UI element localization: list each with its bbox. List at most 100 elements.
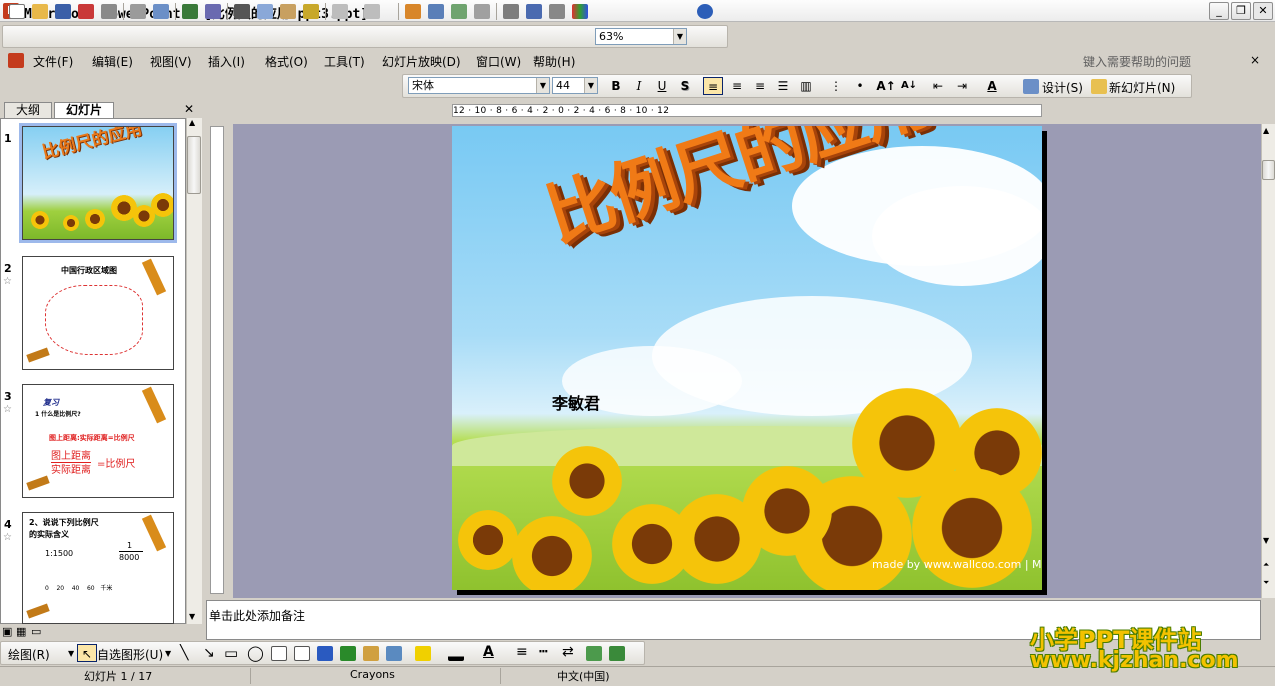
shadow-style-icon[interactable] bbox=[586, 646, 602, 661]
hyperlink-icon[interactable] bbox=[474, 4, 490, 19]
scroll-down-icon[interactable]: ▼ bbox=[189, 612, 195, 621]
restore-button[interactable]: ❐ bbox=[1231, 2, 1251, 20]
clipart-icon[interactable] bbox=[363, 646, 379, 661]
3d-style-icon[interactable] bbox=[609, 646, 625, 661]
bold-button[interactable]: B bbox=[606, 77, 626, 95]
menu-edit[interactable]: 编辑(E) bbox=[92, 53, 133, 70]
print-preview-icon[interactable] bbox=[153, 4, 169, 19]
new-icon[interactable] bbox=[9, 4, 25, 19]
wordart-icon[interactable] bbox=[317, 646, 333, 661]
format-painter-icon[interactable] bbox=[303, 4, 319, 19]
decrease-font-button[interactable]: A↓ bbox=[899, 77, 919, 95]
email-icon[interactable] bbox=[101, 4, 117, 19]
zoom-select[interactable]: 63% ▼ bbox=[595, 28, 687, 45]
shadow-button[interactable]: S bbox=[675, 77, 695, 95]
vertical-textbox-icon[interactable] bbox=[294, 646, 310, 661]
close-icon[interactable]: × bbox=[1250, 53, 1260, 67]
menu-format[interactable]: 格式(O) bbox=[265, 53, 308, 70]
textbox-icon[interactable] bbox=[271, 646, 287, 661]
close-icon[interactable]: ✕ bbox=[184, 102, 194, 116]
chevron-down-icon[interactable]: ▼ bbox=[68, 649, 74, 658]
slide-thumbnail-4[interactable]: 2、说说下列比例尺 的实际含义 1:1500 1 8000 0 20 40 60… bbox=[22, 512, 174, 624]
table-icon[interactable] bbox=[428, 4, 444, 19]
expand-all-icon[interactable] bbox=[503, 4, 519, 19]
cut-icon[interactable] bbox=[234, 4, 250, 19]
copy-icon[interactable] bbox=[257, 4, 273, 19]
paste-icon[interactable] bbox=[280, 4, 296, 19]
normal-view-icon[interactable]: ▣ bbox=[2, 625, 12, 638]
line-color-icon[interactable] bbox=[448, 646, 464, 661]
fill-color-icon[interactable] bbox=[415, 646, 431, 661]
scrollbar-thumb[interactable] bbox=[187, 136, 201, 194]
menu-file[interactable]: 文件(F) bbox=[33, 53, 73, 70]
chevron-down-icon[interactable]: ▼ bbox=[536, 78, 549, 93]
menu-help[interactable]: 帮助(H) bbox=[533, 53, 575, 70]
arrow-style-icon[interactable]: ⇄ bbox=[562, 644, 574, 660]
menu-slideshow[interactable]: 幻灯片放映(D) bbox=[382, 53, 461, 70]
increase-font-button[interactable]: A↑ bbox=[876, 77, 896, 95]
research-icon[interactable] bbox=[205, 4, 221, 19]
scroll-down-icon[interactable]: ▼ bbox=[1263, 536, 1269, 545]
tab-slides[interactable]: 幻灯片 bbox=[54, 102, 114, 118]
chevron-down-icon[interactable]: ▼ bbox=[584, 78, 597, 93]
slide-scrollbar[interactable] bbox=[1261, 124, 1275, 598]
chevron-down-icon[interactable]: ▼ bbox=[165, 649, 171, 658]
font-color-icon[interactable]: A bbox=[483, 644, 494, 660]
help-icon[interactable] bbox=[697, 4, 713, 19]
previous-slide-icon[interactable]: ⏶ bbox=[1263, 560, 1269, 570]
font-color-button[interactable]: A bbox=[982, 77, 1002, 95]
open-icon[interactable] bbox=[32, 4, 48, 19]
print-icon[interactable] bbox=[130, 4, 146, 19]
document-icon[interactable] bbox=[8, 53, 24, 68]
decrease-indent-button[interactable]: ⇤ bbox=[928, 77, 948, 95]
oval-icon[interactable]: ◯ bbox=[247, 644, 264, 662]
undo-icon[interactable] bbox=[332, 4, 348, 19]
permission-icon[interactable] bbox=[78, 4, 94, 19]
font-name-select[interactable]: 宋体 ▼ bbox=[408, 77, 550, 94]
numbering-button[interactable]: ⋮ bbox=[826, 77, 846, 95]
italic-button[interactable]: I bbox=[629, 77, 649, 95]
slide-sorter-icon[interactable]: ▦ bbox=[16, 625, 26, 638]
align-center-button[interactable]: ≡ bbox=[727, 77, 747, 95]
tab-outline[interactable]: 大纲 bbox=[4, 102, 52, 118]
menu-tools[interactable]: 工具(T) bbox=[324, 53, 365, 70]
font-size-select[interactable]: 44 ▼ bbox=[552, 77, 598, 94]
design-template-name[interactable]: Crayons bbox=[350, 668, 395, 681]
increase-indent-button[interactable]: ⇥ bbox=[952, 77, 972, 95]
slide-canvas[interactable]: 比例尺的应用 李敏君 made by www.wallcoo.com | Mar… bbox=[452, 126, 1042, 590]
slide-thumbnail-3[interactable]: 复习 1 什么是比例尺? 图上距离:实际距离=比例尺 图上距离 实际距离 =比例… bbox=[22, 384, 174, 498]
draw-menu-button[interactable]: 绘图(R) bbox=[8, 646, 50, 663]
grid-icon[interactable] bbox=[549, 4, 565, 19]
save-icon[interactable] bbox=[55, 4, 71, 19]
rectangle-icon[interactable]: ▭ bbox=[224, 644, 238, 662]
slide-thumbnail-2[interactable]: 中国行政区域图 bbox=[22, 256, 174, 370]
scroll-up-icon[interactable]: ▲ bbox=[1263, 126, 1269, 135]
dash-style-icon[interactable]: ┅ bbox=[539, 644, 547, 660]
diagram-icon[interactable] bbox=[340, 646, 356, 661]
arrow-icon[interactable]: ↘ bbox=[203, 645, 215, 661]
slideshow-icon[interactable]: ▭ bbox=[31, 625, 41, 638]
show-formatting-icon[interactable] bbox=[526, 4, 542, 19]
align-left-button[interactable]: ≡ bbox=[703, 77, 723, 95]
slide-thumbnail-1[interactable]: 比例尺的应用 bbox=[19, 123, 177, 243]
picture-icon[interactable] bbox=[386, 646, 402, 661]
new-slide-button[interactable]: 新幻灯片(N) bbox=[1109, 79, 1175, 96]
color-grayscale-icon[interactable] bbox=[572, 4, 588, 19]
justify-button[interactable]: ☰ bbox=[773, 77, 793, 95]
minimize-button[interactable]: _ bbox=[1209, 2, 1229, 20]
tables-borders-icon[interactable] bbox=[451, 4, 467, 19]
help-search-input[interactable]: 键入需要帮助的问题 bbox=[1083, 53, 1191, 70]
bullets-button[interactable]: • bbox=[850, 77, 870, 95]
scroll-up-icon[interactable]: ▲ bbox=[189, 118, 195, 127]
slide-author[interactable]: 李敏君 bbox=[552, 390, 600, 414]
chevron-down-icon[interactable]: ▼ bbox=[673, 29, 686, 44]
close-button[interactable]: ✕ bbox=[1253, 2, 1273, 20]
menu-insert[interactable]: 插入(I) bbox=[208, 53, 245, 70]
notes-placeholder[interactable]: 单击此处添加备注 bbox=[209, 607, 305, 624]
select-pointer-icon[interactable]: ↖ bbox=[77, 644, 97, 662]
align-right-button[interactable]: ≡ bbox=[750, 77, 770, 95]
underline-button[interactable]: U bbox=[652, 77, 672, 95]
autoshapes-button[interactable]: 自选图形(U) bbox=[97, 646, 163, 663]
scrollbar-thumb[interactable] bbox=[1262, 160, 1275, 180]
design-button[interactable]: 设计(S) bbox=[1042, 79, 1083, 96]
